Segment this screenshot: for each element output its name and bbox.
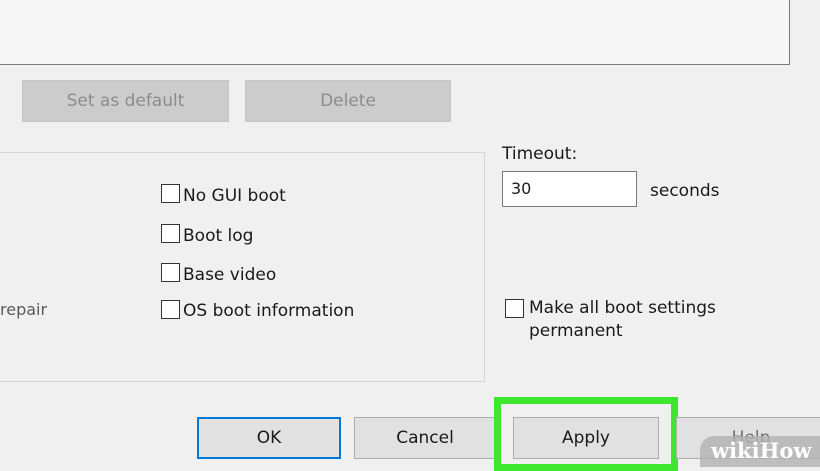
delete-button[interactable]: Delete bbox=[245, 80, 451, 122]
make-permanent-checkbox[interactable] bbox=[505, 299, 524, 318]
os-boot-information-checkbox[interactable] bbox=[161, 300, 180, 319]
make-permanent-label-line1: Make all boot settings bbox=[529, 298, 716, 318]
boot-log-checkbox[interactable] bbox=[161, 224, 180, 243]
make-permanent-label-line2: permanent bbox=[529, 321, 623, 341]
wikihow-watermark-text: wikiHow bbox=[711, 438, 812, 463]
no-gui-boot-label: No GUI boot bbox=[183, 186, 286, 206]
safe-boot-repair-label: repair bbox=[0, 300, 48, 319]
seconds-label: seconds bbox=[650, 181, 720, 201]
timeout-label: Timeout: bbox=[502, 144, 578, 164]
os-list-box[interactable] bbox=[0, 0, 790, 65]
cancel-button[interactable]: Cancel bbox=[354, 417, 496, 459]
apply-highlight-box bbox=[494, 397, 678, 471]
base-video-label: Base video bbox=[183, 265, 277, 285]
ok-button[interactable]: OK bbox=[197, 417, 341, 459]
timeout-input[interactable]: 30 bbox=[502, 171, 637, 207]
no-gui-boot-checkbox[interactable] bbox=[161, 184, 180, 203]
set-as-default-button[interactable]: Set as default bbox=[22, 80, 229, 122]
boot-log-label: Boot log bbox=[183, 226, 254, 246]
os-boot-information-label: OS boot information bbox=[183, 301, 355, 321]
wikihow-watermark: wikiHow bbox=[700, 436, 820, 467]
base-video-checkbox[interactable] bbox=[161, 263, 180, 282]
